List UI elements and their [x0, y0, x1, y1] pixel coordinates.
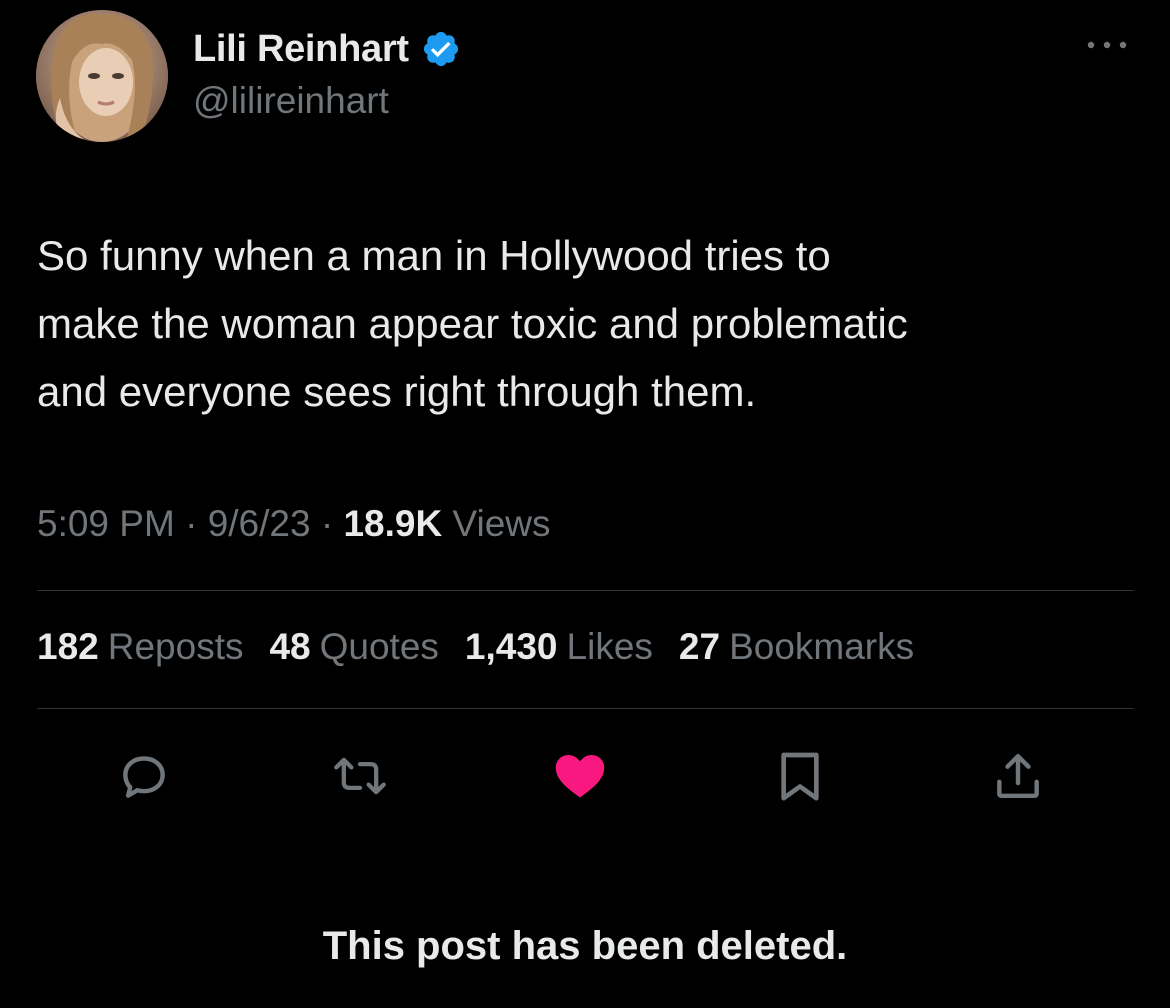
- tweet-text: So funny when a man in Hollywood tries t…: [37, 232, 908, 415]
- share-button[interactable]: [990, 748, 1046, 804]
- repost-button[interactable]: [332, 748, 388, 804]
- tweet-date[interactable]: 9/6/23: [208, 503, 311, 544]
- author-handle[interactable]: @lilireinhart: [193, 80, 389, 122]
- deleted-notice: This post has been deleted.: [322, 924, 848, 968]
- meta-separator: ·: [320, 503, 334, 544]
- bookmark-icon: [781, 752, 819, 801]
- author-name-row[interactable]: Lili Reinhart: [193, 26, 461, 72]
- meta-separator: ·: [185, 503, 198, 544]
- heart-icon: [555, 755, 605, 798]
- views-count: 18.9K: [343, 503, 443, 544]
- repost-icon: [334, 757, 386, 795]
- stat-label: Reposts: [107, 626, 244, 667]
- avatar[interactable]: [36, 10, 168, 142]
- stat-bookmarks[interactable]: 27 Bookmarks: [679, 626, 914, 668]
- more-options-icon[interactable]: [1084, 30, 1130, 60]
- stat-reposts[interactable]: 182 Reposts: [37, 626, 243, 668]
- divider: [37, 590, 1134, 591]
- divider: [37, 708, 1134, 709]
- stat-label: Quotes: [319, 626, 439, 667]
- stat-count: 1,430: [464, 626, 558, 667]
- like-button[interactable]: [552, 748, 608, 804]
- reply-button[interactable]: [116, 748, 172, 804]
- author-name[interactable]: Lili Reinhart: [193, 28, 409, 71]
- avatar-photo: [36, 10, 168, 142]
- tweet-meta: 5:09 PM · 9/6/23 · 18.9K Views: [37, 503, 551, 545]
- stat-count: 48: [269, 626, 311, 667]
- tweet-stats: 182 Reposts 48 Quotes 1,430 Likes 27 Bookmar…: [37, 626, 940, 668]
- stat-count: 182: [37, 626, 99, 667]
- stat-likes[interactable]: 1,430 Likes: [465, 626, 653, 668]
- tweet-time[interactable]: 5:09 PM: [37, 503, 175, 544]
- bookmark-button[interactable]: [772, 748, 828, 804]
- stat-quotes[interactable]: 48 Quotes: [269, 626, 438, 668]
- reply-icon: [123, 756, 165, 798]
- verified-badge-icon: [423, 31, 458, 67]
- views-label: Views: [452, 503, 551, 544]
- stat-label: Likes: [566, 626, 653, 667]
- stat-count: 27: [678, 626, 721, 667]
- share-icon: [997, 753, 1039, 799]
- stat-label: Bookmarks: [729, 626, 915, 667]
